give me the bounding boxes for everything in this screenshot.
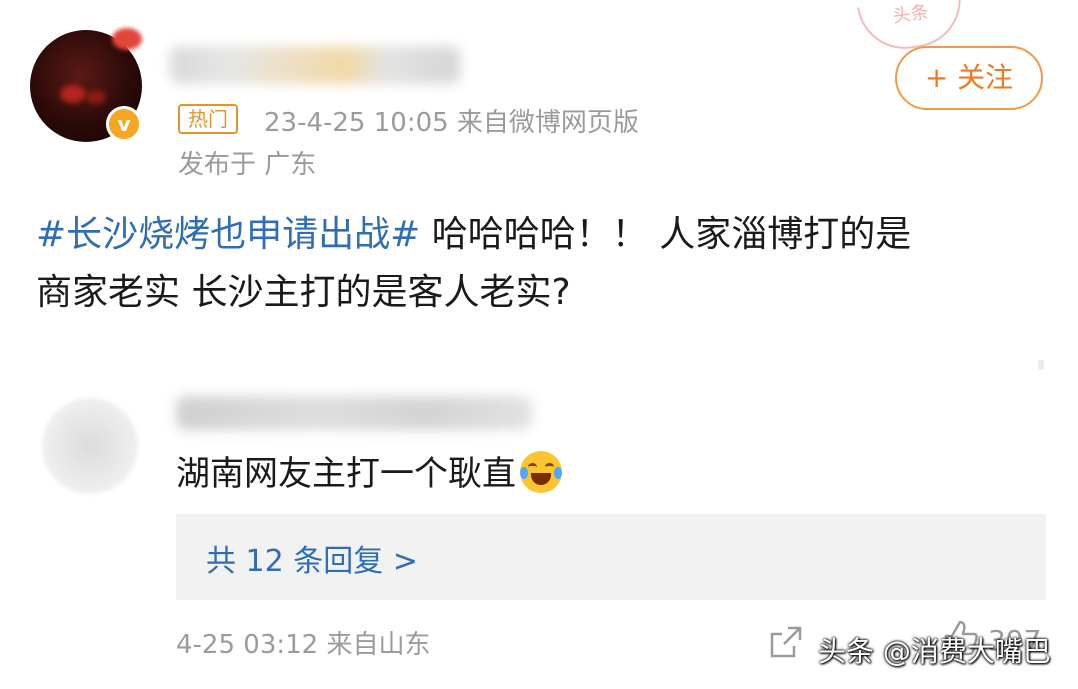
avatar-pendant-icon bbox=[112, 28, 142, 50]
hashtag-link[interactable]: #长沙烧烤也申请出战# bbox=[36, 214, 420, 255]
avatar-detail bbox=[86, 90, 106, 104]
commenter-name-blurred[interactable] bbox=[176, 396, 532, 430]
avatar-detail bbox=[60, 85, 86, 103]
comment-text: 湖南网友主打一个耿直 bbox=[176, 448, 562, 500]
verified-badge-icon: v bbox=[106, 106, 142, 142]
replies-link[interactable]: 共 12 条回复 > bbox=[206, 536, 418, 580]
post-timestamp-source: 23-4-25 10:05 来自微博网页版 bbox=[264, 108, 639, 138]
divider-mark bbox=[1038, 360, 1044, 370]
author-name-blurred[interactable] bbox=[170, 46, 460, 84]
post-content-line: #长沙烧烤也申请出战# 哈哈哈哈！！ 人家淄博打的是 bbox=[36, 206, 1046, 264]
comment-timestamp-source: 4-25 03:12 来自山东 bbox=[176, 630, 431, 660]
hot-badge: 热门 bbox=[178, 104, 238, 134]
comment-text-content: 湖南网友主打一个耿直 bbox=[176, 454, 516, 494]
post-location: 发布于 广东 bbox=[178, 150, 317, 180]
source-watermark: 头条 @消费大嘴巴 bbox=[818, 635, 1051, 668]
laughing-crying-emoji-icon bbox=[520, 451, 562, 493]
weibo-post-screenshot: v 头条 热门 23-4-25 10:05 来自微博网页版 发布于 广东 + 关… bbox=[0, 0, 1078, 689]
follow-button[interactable]: + 关注 bbox=[895, 46, 1043, 110]
share-icon[interactable] bbox=[768, 624, 804, 660]
post-text: 商家老实 长沙主打的是客人老实? bbox=[36, 272, 571, 313]
replies-expander[interactable]: 共 12 条回复 > bbox=[176, 514, 1046, 600]
post-content: #长沙烧烤也申请出战# 哈哈哈哈！！ 人家淄博打的是 商家老实 长沙主打的是客人… bbox=[36, 206, 1046, 322]
post-text: 哈哈哈哈！！ 人家淄博打的是 bbox=[420, 214, 912, 255]
commenter-avatar[interactable] bbox=[42, 398, 138, 494]
